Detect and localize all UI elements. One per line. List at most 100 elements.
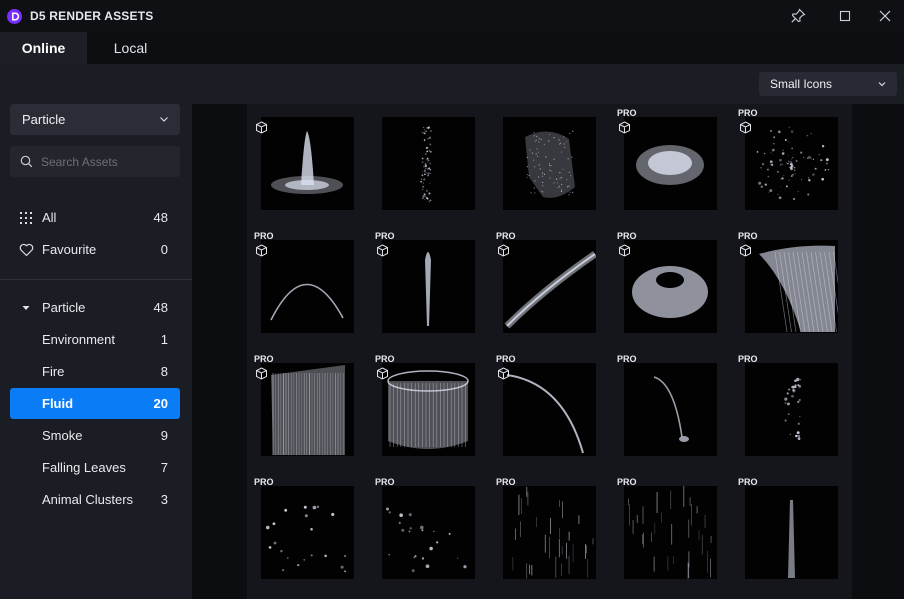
- asset-thumbnail[interactable]: [745, 486, 838, 579]
- sidebar-item-fluid[interactable]: Fluid 20: [10, 388, 180, 419]
- asset-card[interactable]: PRO: [247, 350, 366, 471]
- asset-card[interactable]: PRO: [247, 473, 366, 594]
- asset-card[interactable]: [247, 104, 366, 225]
- sidebar-item-count: 1: [160, 332, 168, 347]
- sidebar-item-animal-clusters[interactable]: Animal Clusters 3: [10, 484, 180, 515]
- sidebar-item-favourite[interactable]: Favourite 0: [10, 234, 180, 265]
- asset-card[interactable]: PRO: [610, 473, 729, 594]
- pro-badge: PRO: [375, 477, 395, 487]
- chevron-down-icon: [160, 117, 168, 122]
- search-input[interactable]: [41, 146, 171, 177]
- asset-card[interactable]: PRO: [368, 227, 487, 348]
- model-cube-icon: [739, 121, 752, 139]
- search-box: [10, 146, 180, 177]
- thumbnail-scatter-drops: [265, 505, 347, 573]
- thumbnail-diagonal-spray: [504, 251, 596, 329]
- app-title: D5 RENDER ASSETS: [30, 9, 154, 23]
- search-icon: [20, 155, 33, 168]
- close-icon[interactable]: [875, 6, 895, 26]
- pro-badge: PRO: [617, 477, 637, 487]
- thumbnail-spray-column: [420, 126, 433, 203]
- asset-card[interactable]: PRO: [489, 227, 608, 348]
- asset-thumbnail[interactable]: [745, 240, 838, 333]
- asset-card[interactable]: PRO: [610, 350, 729, 471]
- asset-thumbnail[interactable]: [624, 117, 717, 210]
- asset-card[interactable]: PRO: [489, 350, 608, 471]
- asset-thumbnail[interactable]: [503, 117, 596, 210]
- sidebar-item-fire[interactable]: Fire 8: [10, 356, 180, 387]
- sidebar-item-smoke[interactable]: Smoke 9: [10, 420, 180, 451]
- grid-icon: [20, 212, 32, 224]
- thumbnail-burst: [756, 126, 829, 201]
- asset-thumbnail[interactable]: [745, 117, 838, 210]
- pro-badge: PRO: [254, 477, 274, 487]
- asset-card[interactable]: PRO: [610, 104, 729, 225]
- asset-thumbnail[interactable]: [382, 486, 475, 579]
- sidebar-item-count: 20: [153, 396, 168, 411]
- pro-badge: PRO: [254, 354, 274, 364]
- asset-thumbnail[interactable]: [624, 240, 717, 333]
- thumbnail-water-ring: [632, 266, 708, 318]
- asset-thumbnail[interactable]: [261, 363, 354, 456]
- sidebar-item-falling-leaves[interactable]: Falling Leaves 7: [10, 452, 180, 483]
- asset-card[interactable]: PRO: [368, 473, 487, 594]
- sidebar-item-count: 7: [160, 460, 168, 475]
- view-mode-select[interactable]: Small Icons: [759, 72, 897, 96]
- asset-thumbnail[interactable]: [503, 240, 596, 333]
- maximize-icon[interactable]: [835, 6, 855, 26]
- sidebar-item-count: 9: [160, 428, 168, 443]
- toolbar: Small Icons: [0, 64, 904, 104]
- thumbnail-sparse-drops: [386, 507, 467, 573]
- thumbnail-thin-stream: [788, 500, 795, 578]
- app-logo-icon: [7, 9, 22, 24]
- asset-card[interactable]: PRO: [368, 350, 487, 471]
- asset-card[interactable]: [368, 104, 487, 225]
- sidebar-item-label: Favourite: [42, 242, 97, 257]
- sidebar-item-label: Fluid: [42, 396, 74, 411]
- pin-icon[interactable]: [788, 6, 808, 26]
- asset-thumbnail[interactable]: [382, 117, 475, 210]
- sidebar-item-count: 0: [160, 242, 168, 257]
- pro-badge: PRO: [738, 231, 758, 241]
- sidebar-item-label: Smoke: [42, 428, 83, 443]
- category-dropdown[interactable]: Particle: [10, 104, 180, 135]
- title-bar: D5 RENDER ASSETS: [0, 0, 904, 32]
- tab-local[interactable]: Local: [87, 32, 174, 64]
- sidebar-group-count: 48: [153, 300, 168, 315]
- asset-card[interactable]: PRO: [731, 473, 850, 594]
- sidebar-item-environment[interactable]: Environment 1: [10, 324, 180, 355]
- asset-thumbnail[interactable]: [261, 117, 354, 210]
- asset-card[interactable]: PRO: [731, 350, 850, 471]
- heart-icon: [19, 243, 34, 257]
- pro-badge: PRO: [375, 231, 395, 241]
- pro-badge: PRO: [617, 354, 637, 364]
- sidebar-item-label: All: [42, 210, 57, 225]
- asset-thumbnail[interactable]: [261, 240, 354, 333]
- model-cube-icon: [376, 367, 389, 385]
- asset-thumbnail[interactable]: [624, 363, 717, 456]
- asset-thumbnail[interactable]: [382, 363, 475, 456]
- sidebar-item-all[interactable]: All 48: [10, 202, 180, 233]
- sidebar-item-count: 48: [153, 210, 168, 225]
- sidebar: Particle All 48 Favourite 0: [0, 104, 192, 599]
- thumbnail-drip-arc: [653, 376, 689, 442]
- model-cube-icon: [255, 244, 268, 262]
- asset-thumbnail[interactable]: [503, 486, 596, 579]
- sidebar-group-particle[interactable]: Particle 48: [10, 292, 180, 323]
- asset-card[interactable]: PRO: [731, 227, 850, 348]
- asset-card[interactable]: PRO: [731, 104, 850, 225]
- thumbnail-arc-jet: [270, 283, 344, 321]
- tab-bar: Online Local: [0, 32, 904, 64]
- asset-grid: PRO PRO PRO PRO PRO PRO PRO PRO PRO PRO PRO PRO PRO P…: [247, 104, 852, 599]
- asset-card[interactable]: [489, 104, 608, 225]
- asset-thumbnail[interactable]: [624, 486, 717, 579]
- asset-card[interactable]: PRO: [610, 227, 729, 348]
- asset-card[interactable]: PRO: [247, 227, 366, 348]
- asset-thumbnail[interactable]: [261, 486, 354, 579]
- asset-thumbnail[interactable]: [382, 240, 475, 333]
- asset-card[interactable]: PRO: [489, 473, 608, 594]
- asset-thumbnail[interactable]: [745, 363, 838, 456]
- model-cube-icon: [618, 121, 631, 139]
- asset-thumbnail[interactable]: [503, 363, 596, 456]
- tab-online[interactable]: Online: [0, 32, 87, 64]
